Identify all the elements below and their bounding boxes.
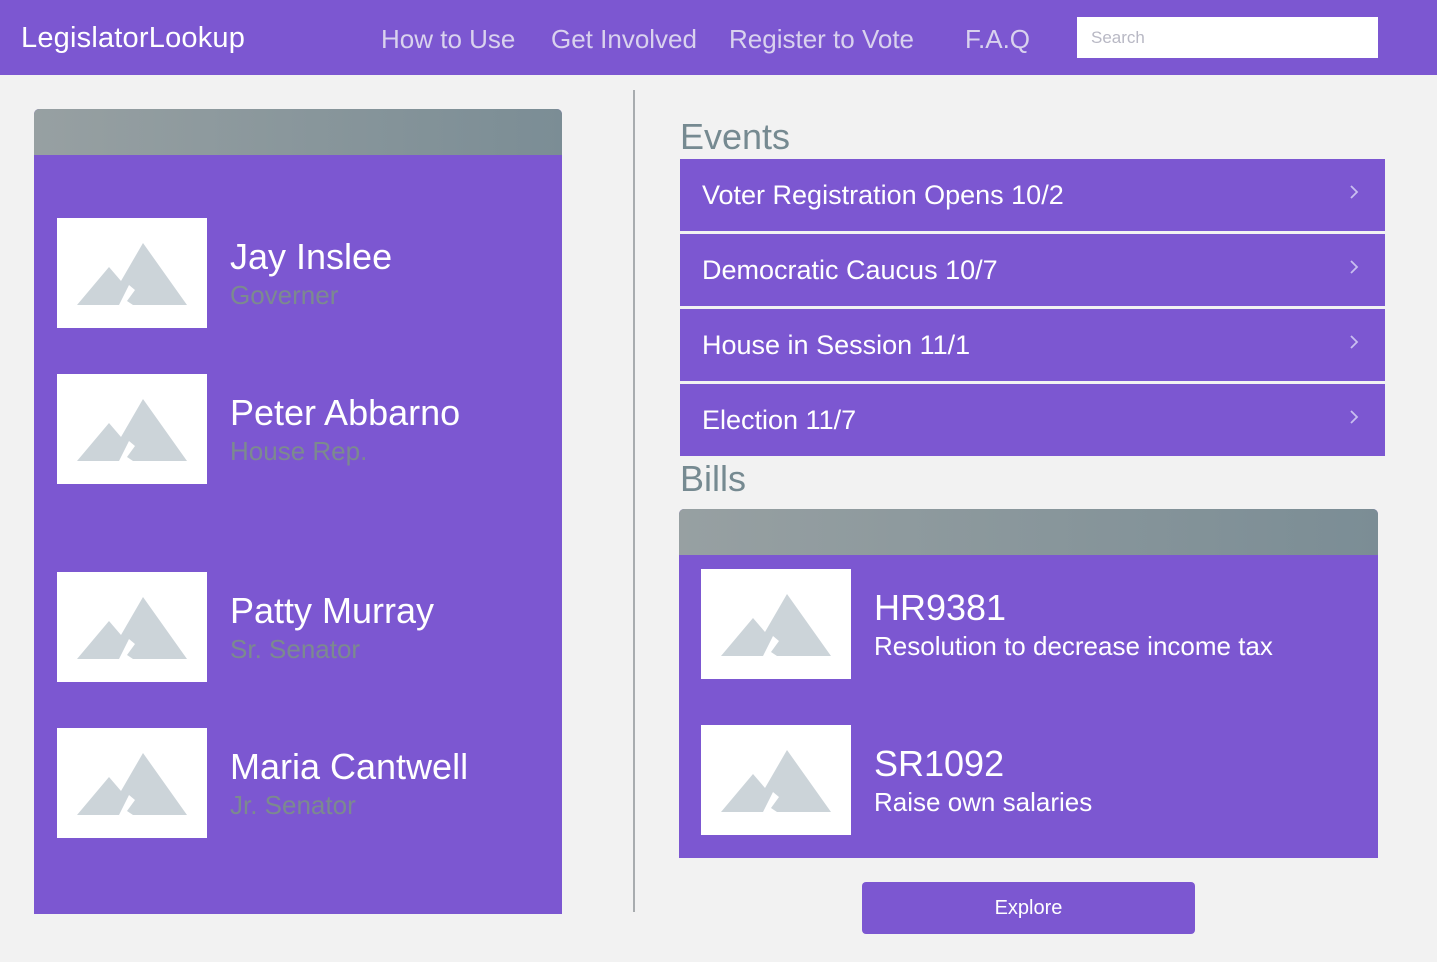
image-placeholder-icon [721, 750, 831, 812]
legislator-photo [57, 218, 207, 328]
explore-button[interactable]: Explore [862, 882, 1195, 934]
legislator-name: Jay Inslee [230, 236, 393, 277]
legislator-role: Sr. Senator [230, 634, 361, 664]
image-placeholder-icon [77, 597, 187, 659]
bill-code: SR1092 [874, 743, 1005, 784]
bills-card: HR9381 Resolution to decrease income tax… [679, 509, 1378, 858]
chevron-right-icon [1350, 410, 1359, 424]
column-divider [633, 90, 635, 912]
search-input[interactable] [1077, 17, 1378, 58]
event-label: Election 11/7 [702, 405, 857, 435]
event-item[interactable]: Democratic Caucus 10/7 [680, 234, 1385, 306]
chevron-right-icon [1350, 260, 1359, 274]
legislators-card: Jay Inslee Governer Peter Abbarno House … [34, 109, 562, 914]
legislator-role: Governer [230, 280, 339, 310]
event-label: Voter Registration Opens 10/2 [702, 180, 1064, 210]
events-heading: Events [680, 116, 791, 157]
brand-logo[interactable]: LegislatorLookup [21, 22, 245, 55]
bill-thumbnail [701, 725, 851, 835]
event-item[interactable]: House in Session 11/1 [680, 309, 1385, 381]
event-label: House in Session 11/1 [702, 330, 971, 360]
bill-item[interactable]: HR9381 Resolution to decrease income tax [701, 569, 1361, 679]
legislator-photo [57, 374, 207, 484]
nav-link-how-to-use[interactable]: How to Use [381, 24, 515, 55]
image-placeholder-icon [77, 753, 187, 815]
image-placeholder-icon [77, 243, 187, 305]
bill-code: HR9381 [874, 587, 1007, 628]
event-item[interactable]: Voter Registration Opens 10/2 [680, 159, 1385, 231]
legislator-name: Peter Abbarno [230, 392, 461, 433]
legislator-role: Jr. Senator [230, 790, 356, 820]
legislator-role: House Rep. [230, 436, 368, 466]
bills-heading: Bills [680, 458, 747, 499]
legislator-name: Maria Cantwell [230, 746, 469, 787]
legislator-item[interactable]: Patty Murray Sr. Senator [57, 572, 537, 682]
image-placeholder-icon [721, 594, 831, 656]
bill-description: Resolution to decrease income tax [874, 631, 1273, 661]
legislator-photo [57, 572, 207, 682]
legislator-item[interactable]: Maria Cantwell Jr. Senator [57, 728, 537, 838]
bill-item[interactable]: SR1092 Raise own salaries [701, 725, 1361, 835]
nav-link-faq[interactable]: F.A.Q [965, 24, 1030, 55]
top-nav-bar: LegislatorLookup How to Use Get Involved… [0, 0, 1437, 75]
nav-link-get-involved[interactable]: Get Involved [551, 24, 697, 55]
chevron-right-icon [1350, 335, 1359, 349]
bill-description: Raise own salaries [874, 787, 1093, 817]
chevron-right-icon [1350, 185, 1359, 199]
nav-link-register-to-vote[interactable]: Register to Vote [729, 24, 914, 55]
event-label: Democratic Caucus 10/7 [702, 255, 998, 285]
legislator-name: Patty Murray [230, 590, 435, 631]
legislator-photo [57, 728, 207, 838]
bills-card-header [679, 509, 1378, 555]
legislator-item[interactable]: Peter Abbarno House Rep. [57, 374, 537, 484]
bill-thumbnail [701, 569, 851, 679]
image-placeholder-icon [77, 399, 187, 461]
event-item[interactable]: Election 11/7 [680, 384, 1385, 456]
legislator-item[interactable]: Jay Inslee Governer [57, 218, 537, 328]
legislators-card-header [34, 109, 562, 155]
